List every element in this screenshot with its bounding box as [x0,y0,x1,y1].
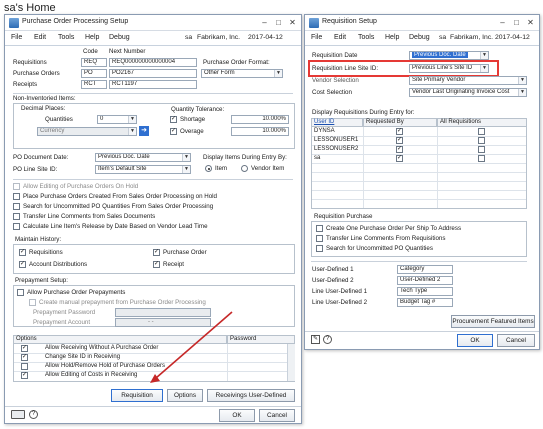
req-purchase-label-0: Create One Purchase Order Per Ship To Ad… [326,225,462,232]
user-id-3: sa [314,155,321,161]
user-defined-1-label: User-Defined 1 [312,266,354,273]
req-titlebar: Requisition Setup – □ ✕ [305,15,539,31]
company-name: Fabrikam, Inc. [450,34,494,41]
req-date-label: Requisition Date [312,52,358,59]
req-ok-button[interactable]: OK [457,334,493,347]
app-icon [309,18,319,28]
all-requisitions-checkbox-2[interactable] [478,146,485,153]
user-defined-1-field[interactable]: Category [397,265,453,274]
req-line-site-highlight [308,60,499,77]
req-purchase-checkbox-0[interactable] [316,225,323,232]
requested-by-checkbox-0[interactable]: ✓ [396,128,403,135]
menu-debug[interactable]: Debug [409,34,430,41]
user-defined-2-label: User-Defined 2 [312,277,354,284]
req-purchase-label-2: Search for Uncommitted PO Quantities [326,245,433,252]
req-date-dropdown[interactable]: Previous Doc. Date ▼ [409,51,489,60]
col-requested-by-header: Requested By [363,118,437,127]
user-id-2: LESSONUSER2 [314,146,359,152]
all-requisitions-checkbox-1[interactable] [478,137,485,144]
req-setup-window: Requisition Setup – □ ✕ File Edit Tools … [304,14,540,350]
company-user: sa [439,34,447,41]
col-user-id-header: User ID [311,118,363,127]
col-user-id-text[interactable]: User ID [314,119,334,125]
vendor-selection-value: Site Primary Vendor [412,77,466,83]
company-date: 2017-04-12 [495,34,530,41]
menu-tools[interactable]: Tools [358,34,374,41]
procurement-featured-items-button[interactable]: Procurement Featured Items [451,315,535,328]
req-purchase-checkbox-2[interactable] [316,245,323,252]
user-id-0: DYNSA [314,128,335,134]
cost-selection-dropdown[interactable]: Vendor Last Originating Invoice Cost ▼ [409,88,527,97]
cost-selection-label: Cost Selection [312,89,352,96]
req-date-value: Previous Doc. Date [412,52,468,58]
vendor-selection-label: Vendor Selection [312,77,359,84]
requested-by-checkbox-1[interactable]: ✓ [396,137,403,144]
req-window-title: Requisition Setup [322,18,377,25]
vendor-selection-dropdown[interactable]: Site Primary Vendor ▼ [409,76,527,85]
cost-selection-value: Vendor Last Originating Invoice Cost [412,89,510,95]
requested-by-checkbox-3[interactable]: ✓ [396,155,403,162]
display-requisitions-label: Display Requisitions During Entry for: [312,109,415,116]
help-icon[interactable]: ? [323,335,332,344]
line-user-defined-2-field[interactable]: Budget Tag # [397,298,453,307]
req-cancel-button[interactable]: Cancel [497,334,535,347]
chevron-down-icon[interactable]: ▼ [480,52,488,59]
chevron-down-icon[interactable]: ▼ [518,77,526,84]
menu-file[interactable]: File [311,34,322,41]
menu-help[interactable]: Help [385,34,399,41]
req-menubar: File Edit Tools Help Debug sa Fabrikam, … [305,31,539,46]
line-user-defined-1-label: Line User-Defined 1 [312,288,368,295]
chevron-down-icon[interactable]: ▼ [518,89,526,96]
col-all-requisitions-header: All Requisitions [437,118,527,127]
line-user-defined-1-field[interactable]: Tech Type [397,287,453,296]
req-purchase-label-1: Transfer Line Comments From Requisitions [326,235,446,242]
edit-note-icon[interactable]: ✎ [311,335,320,344]
menu-edit[interactable]: Edit [334,34,346,41]
line-user-defined-2-label: Line User-Defined 2 [312,299,368,306]
minimize-icon[interactable]: – [496,17,509,28]
maximize-icon[interactable]: □ [510,17,523,28]
requested-by-checkbox-2[interactable]: ✓ [396,146,403,153]
all-requisitions-checkbox-3[interactable] [478,155,485,162]
user-defined-2-field[interactable]: User-Defined 2 [397,276,453,285]
req-purchase-checkbox-1[interactable] [316,235,323,242]
all-requisitions-checkbox-0[interactable] [478,128,485,135]
user-id-1: LESSONUSER1 [314,137,359,143]
requisition-purchase-label: Requisition Purchase [314,213,373,220]
close-icon[interactable]: ✕ [524,17,537,28]
